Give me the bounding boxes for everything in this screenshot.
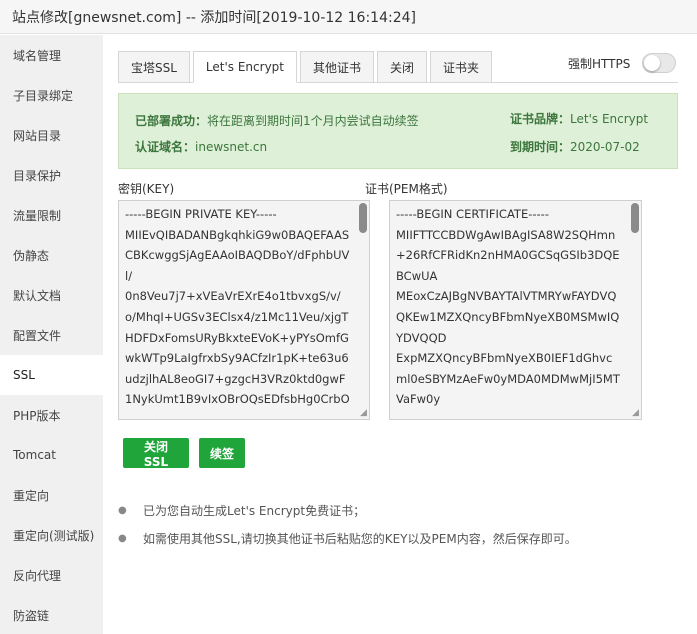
sidebar-item-php-version[interactable]: PHP版本	[0, 395, 103, 435]
window-title: 站点修改[gnewsnet.com] -- 添加时间[2019-10-12 16…	[12, 9, 416, 26]
cert-scrollbar[interactable]	[629, 201, 641, 419]
sidebar-item-ssl[interactable]: SSL	[0, 355, 103, 395]
deployed-label: 已部署成功：	[135, 114, 208, 128]
expiry-date: 到期时间： 2020-07-02	[510, 138, 640, 155]
cert-field-label: 证书(PEM格式)	[365, 182, 448, 196]
renew-button[interactable]: 续签	[199, 438, 245, 468]
close-ssl-button[interactable]: 关闭SSL	[123, 438, 189, 469]
help-notes: ● 已为您自动生成Let's Encrypt免费证书； ● 如需使用其他SSL,…	[118, 496, 678, 552]
force-https-control: 强制HTTPS	[568, 53, 677, 73]
ssl-status-panel: 已部署成功： 将在距离到期时间1个月内尝试自动续签 认证域名： inewsnet…	[118, 93, 678, 169]
list-item: ● 如需使用其他SSL,请切换其他证书后粘贴您的KEY以及PEM内容，然后保存即…	[118, 524, 678, 552]
deployed-status: 已部署成功： 将在距离到期时间1个月内尝试自动续签	[135, 112, 419, 129]
sidebar-item-redirect[interactable]: 重定向	[0, 475, 103, 515]
force-https-label: 强制HTTPS	[568, 56, 631, 71]
sidebar-item-domain[interactable]: 域名管理	[0, 35, 103, 75]
sidebar-item-subdirectory-binding[interactable]: 子目录绑定	[0, 75, 103, 115]
certificate-brand: 证书品牌： Let's Encrypt	[510, 110, 648, 127]
cert-textarea[interactable]: -----BEGIN CERTIFICATE----- MIIFTTCCBDWg…	[390, 201, 641, 419]
toggle-knob	[644, 55, 661, 71]
tab-certificate-folder[interactable]: 证书夹	[430, 51, 493, 83]
ssl-tabs: 宝塔SSL Let's Encrypt 其他证书 关闭 证书夹	[118, 51, 495, 83]
force-https-toggle[interactable]	[642, 53, 677, 73]
expiry-label: 到期时间：	[510, 140, 571, 154]
tab-close[interactable]: 关闭	[377, 51, 428, 83]
sidebar-item-tomcat[interactable]: Tomcat	[0, 435, 103, 475]
key-field-label: 密钥(KEY)	[118, 182, 175, 196]
bullet-icon: ●	[118, 504, 127, 516]
certified-domain: 认证域名： inewsnet.cn	[135, 138, 267, 155]
sidebar-item-traffic-limit[interactable]: 流量限制	[0, 195, 103, 235]
list-item: ● 已为您自动生成Let's Encrypt免费证书；	[118, 496, 678, 524]
cert-textarea-frame: -----BEGIN CERTIFICATE----- MIIFTTCCBDWg…	[389, 200, 642, 420]
brand-label: 证书品牌：	[510, 112, 571, 126]
bullet-icon: ●	[118, 532, 127, 544]
domain-label: 认证域名：	[135, 140, 196, 154]
sidebar-item-default-document[interactable]: 默认文档	[0, 275, 103, 315]
window-titlebar: 站点修改[gnewsnet.com] -- 添加时间[2019-10-12 16…	[0, 0, 697, 34]
key-scrollbar[interactable]	[357, 201, 369, 419]
expiry-value: 2020-07-02	[570, 139, 640, 154]
domain-value: inewsnet.cn	[195, 139, 268, 154]
note-text: 如需使用其他SSL,请切换其他证书后粘贴您的KEY以及PEM内容，然后保存即可。	[143, 531, 577, 546]
tab-other-certificate[interactable]: 其他证书	[300, 51, 375, 83]
brand-value: Let's Encrypt	[570, 111, 649, 126]
note-text: 已为您自动生成Let's Encrypt免费证书；	[143, 503, 366, 518]
sidebar-item-redirect-beta[interactable]: 重定向(测试版)	[0, 515, 103, 555]
cert-scroll-thumb[interactable]	[631, 203, 639, 233]
sidebar-item-reverse-proxy[interactable]: 反向代理	[0, 555, 103, 595]
tab-lets-encrypt[interactable]: Let's Encrypt	[192, 51, 297, 83]
sidebar-item-directory-protection[interactable]: 目录保护	[0, 155, 103, 195]
key-textarea[interactable]: -----BEGIN PRIVATE KEY----- MIIEvQIBADAN…	[119, 201, 369, 419]
sidebar-item-hotlink-protection[interactable]: 防盗链	[0, 595, 103, 634]
key-scroll-thumb[interactable]	[359, 203, 367, 233]
resize-grip-icon[interactable]: ◢	[359, 409, 368, 418]
sidebar-item-site-directory[interactable]: 网站目录	[0, 115, 103, 155]
sidebar-item-rewrite[interactable]: 伪静态	[0, 235, 103, 275]
resize-grip-icon[interactable]: ◢	[631, 409, 640, 418]
sidebar: 域名管理 子目录绑定 网站目录 目录保护 流量限制 伪静态 默认文档 配置文件 …	[0, 35, 103, 634]
tab-baota-ssl[interactable]: 宝塔SSL	[118, 51, 190, 83]
key-textarea-frame: -----BEGIN PRIVATE KEY----- MIIEvQIBADAN…	[118, 200, 370, 420]
sidebar-item-config-file[interactable]: 配置文件	[0, 315, 103, 355]
deployed-text: 将在距离到期时间1个月内尝试自动续签	[207, 114, 419, 128]
